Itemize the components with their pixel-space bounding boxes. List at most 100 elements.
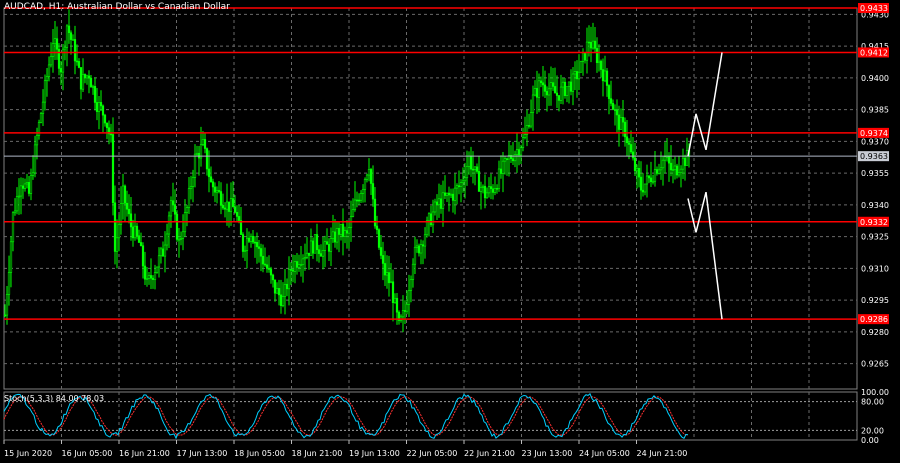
candle-body — [323, 241, 327, 251]
candle-body — [431, 211, 435, 226]
candle-body — [565, 86, 569, 96]
stoch-label: Stoch(5,3,3) 84.00 78.03 — [4, 394, 105, 403]
candle-body — [403, 310, 407, 312]
candle-body — [681, 157, 685, 170]
candle-body — [149, 275, 153, 279]
candle-body — [583, 52, 587, 61]
candle-body — [317, 249, 321, 254]
candle-body — [101, 105, 105, 116]
candle-body — [173, 204, 177, 215]
candle-body — [635, 168, 639, 172]
candle-body — [355, 199, 359, 202]
candle-body — [593, 40, 597, 49]
candle-body — [447, 192, 451, 196]
candle-body — [415, 245, 419, 248]
candle-body — [177, 238, 181, 241]
stoch-main-line — [3, 393, 689, 440]
y-tick-label: 0.9355 — [861, 169, 889, 178]
candle-body — [615, 109, 619, 116]
candle-body — [503, 158, 507, 162]
candle-body — [123, 185, 127, 204]
x-tick-label: 16 Jun 05:00 — [62, 449, 113, 458]
candle-body — [649, 177, 653, 182]
candle-body — [93, 86, 97, 103]
candle-body — [97, 102, 101, 112]
candle-body — [135, 225, 139, 237]
candle-body — [353, 199, 357, 210]
candle-body — [25, 182, 29, 185]
candle-body — [223, 207, 227, 210]
candle-body — [607, 85, 611, 99]
candle-body — [413, 246, 417, 265]
candle-body — [171, 200, 175, 205]
candle-body — [21, 185, 25, 189]
candle-body — [407, 290, 411, 305]
candle-body — [109, 133, 113, 136]
candle-body — [445, 192, 449, 196]
candle-body — [189, 186, 193, 189]
candle-body — [357, 199, 361, 202]
candle-body — [529, 112, 533, 127]
candle-body — [371, 183, 375, 200]
candle-body — [291, 269, 295, 272]
candle-body — [337, 228, 341, 235]
candle-body — [467, 155, 471, 167]
candle-body — [519, 147, 523, 156]
candle-body — [151, 277, 155, 280]
candle-body — [89, 77, 93, 88]
candle-body — [229, 198, 233, 212]
candle-body — [673, 165, 677, 170]
y-tick-label: 0.9385 — [861, 106, 889, 115]
candle-body — [659, 167, 663, 171]
candle-body — [339, 223, 343, 235]
candle-body — [247, 237, 251, 242]
candle-body — [579, 61, 583, 73]
candle-body — [483, 185, 487, 199]
candle-body — [193, 153, 197, 178]
candle-body — [31, 172, 35, 176]
price-chart[interactable]: 0.94300.94150.94000.93850.93700.93550.93… — [0, 0, 900, 463]
y-tick-label: 0.9310 — [861, 264, 889, 273]
candle-body — [537, 80, 541, 98]
candle-body — [379, 247, 383, 256]
candle-body — [335, 228, 339, 243]
candle-body — [441, 192, 445, 209]
candle-body — [669, 162, 673, 171]
candle-body — [377, 229, 381, 248]
candle-body — [155, 266, 159, 273]
x-tick-label: 22 Jun 05:00 — [407, 449, 458, 458]
candle-body — [95, 102, 99, 112]
y-tick-label: 0.9370 — [861, 137, 889, 146]
x-tick-label: 18 Jun 05:00 — [234, 449, 285, 458]
candle-body — [283, 283, 287, 297]
candle-body — [167, 215, 171, 235]
candle-body — [633, 157, 637, 172]
candle-body — [235, 212, 239, 217]
candle-body — [501, 160, 505, 174]
candle-body — [485, 192, 489, 199]
candle-body — [279, 294, 283, 306]
candle-body — [233, 206, 237, 213]
candle-body — [29, 175, 33, 194]
candle-body — [129, 213, 133, 228]
candle-body — [143, 265, 147, 280]
candle-body — [65, 25, 69, 48]
candle-body — [147, 275, 151, 279]
candle-body — [547, 88, 551, 96]
candle-body — [531, 94, 535, 113]
candle-body — [133, 225, 137, 239]
candle-body — [533, 88, 537, 96]
candle-body — [209, 176, 213, 183]
candle-body — [321, 250, 325, 257]
candle-body — [265, 264, 269, 269]
candle-body — [181, 231, 185, 239]
candle-body — [491, 188, 495, 193]
stoch-level-label: 100.00 — [861, 388, 889, 397]
candle-body — [307, 252, 311, 256]
candle-body — [423, 234, 427, 247]
candle-body — [437, 198, 441, 205]
candle-body — [499, 168, 503, 174]
candle-body — [19, 185, 23, 197]
candle-body — [243, 250, 247, 252]
candle-body — [249, 235, 253, 242]
